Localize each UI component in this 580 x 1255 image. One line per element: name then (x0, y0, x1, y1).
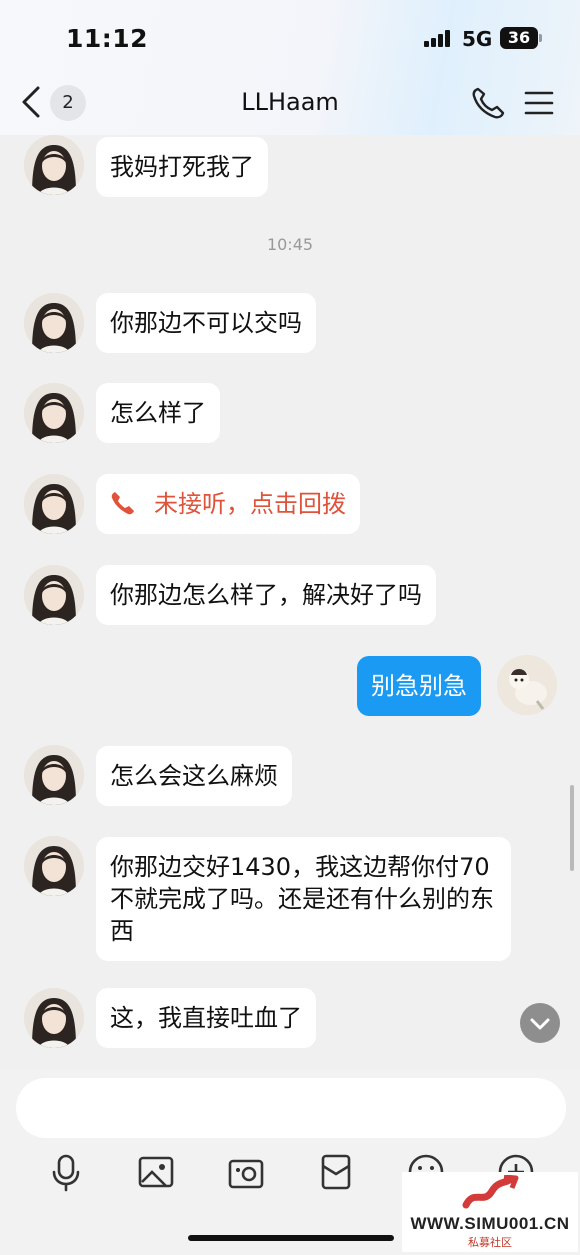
camera-icon[interactable] (226, 1152, 266, 1192)
mic-icon[interactable] (46, 1152, 86, 1192)
message-bubble[interactable]: 我妈打死我了 (96, 137, 268, 197)
message-bubble[interactable]: 你那边不可以交吗 (96, 293, 316, 353)
message-timestamp: 10:45 (266, 235, 314, 254)
watermark-logo-icon (460, 1174, 520, 1215)
contact-avatar[interactable] (24, 474, 84, 534)
top-bar: 11:12 5G 36 2 LLHaam (0, 0, 580, 135)
message-bubble[interactable]: 怎么样了 (96, 383, 220, 443)
my-message-bubble[interactable]: 别急别急 (357, 656, 481, 716)
message-input[interactable] (16, 1078, 566, 1138)
watermark: WWW.SIMU001.CN 私募社区 (402, 1172, 578, 1252)
missed-call-bubble[interactable]: 未接听，点击回拨 (96, 474, 360, 534)
signal-icon (424, 29, 454, 47)
chat-area[interactable]: 我妈打死我了 10:45 你那边不可以交吗 怎么样了 未接听，点击回拨 你那边怎… (0, 135, 580, 1070)
home-indicator[interactable] (188, 1235, 394, 1241)
contact-avatar[interactable] (24, 836, 84, 896)
contact-avatar[interactable] (24, 565, 84, 625)
phone-icon[interactable] (470, 86, 506, 120)
scroll-indicator[interactable] (570, 785, 574, 871)
message-bubble[interactable]: 你那边交好1430，我这边帮你付70不就完成了吗。还是还有什么别的东西 (96, 837, 511, 961)
missed-call-text: 未接听，点击回拨 (154, 490, 346, 518)
contact-avatar[interactable] (24, 745, 84, 805)
contact-avatar[interactable] (24, 383, 84, 443)
image-icon[interactable] (136, 1152, 176, 1192)
scroll-down-icon[interactable] (520, 1003, 560, 1045)
message-bubble[interactable]: 这，我直接吐血了 (96, 988, 316, 1048)
contact-avatar[interactable] (24, 293, 84, 353)
red-packet-icon[interactable] (316, 1152, 356, 1192)
message-bubble[interactable]: 你那边怎么样了，解决好了吗 (96, 565, 436, 625)
contact-avatar[interactable] (24, 135, 84, 195)
contact-avatar[interactable] (24, 988, 84, 1048)
message-bubble[interactable]: 怎么会这么麻烦 (96, 746, 292, 806)
status-time: 11:12 (66, 24, 149, 53)
menu-icon[interactable] (524, 88, 554, 118)
network-type: 5G (462, 27, 493, 51)
my-avatar[interactable] (497, 655, 557, 715)
missed-call-icon (110, 490, 136, 516)
battery-icon: 36 (500, 27, 542, 49)
watermark-text: WWW.SIMU001.CN (410, 1214, 570, 1233)
watermark-subtext: 私募社区 (468, 1236, 512, 1249)
